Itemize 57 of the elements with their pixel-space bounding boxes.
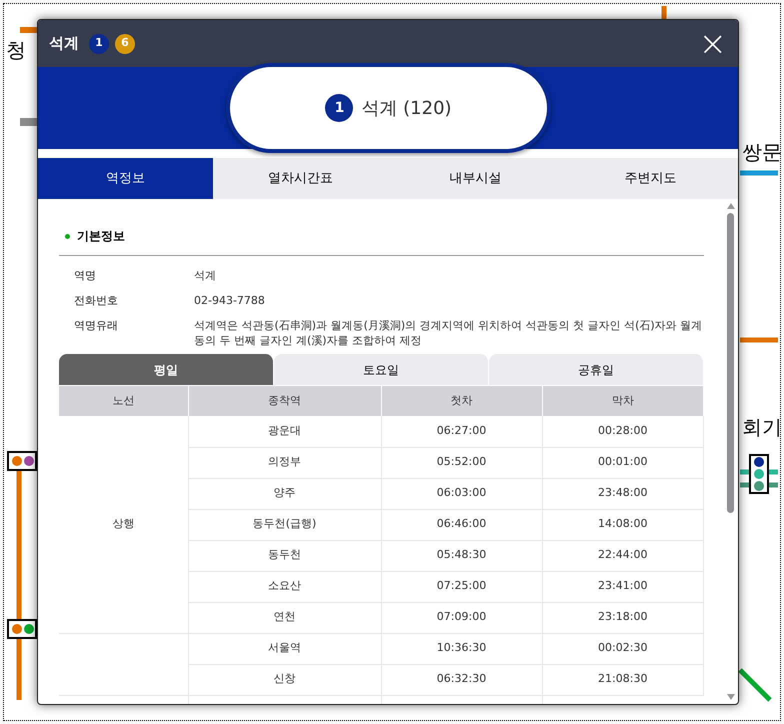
table-cell: 광운대 bbox=[188, 416, 381, 447]
table-cell: 의정부 bbox=[188, 447, 381, 478]
day-tab[interactable]: 평일 bbox=[59, 354, 274, 385]
info-value: 석계 bbox=[194, 268, 216, 283]
table-cell: 동두천(급행) bbox=[188, 509, 381, 540]
direction-cell: 상행 bbox=[112, 517, 134, 530]
column-header: 노선 bbox=[59, 386, 188, 416]
table-cell: 22:44:00 bbox=[542, 540, 704, 571]
table-cell: 07:25:00 bbox=[381, 571, 542, 602]
line-badge: 6 bbox=[115, 34, 135, 54]
table-cell: 동두천 bbox=[188, 540, 381, 571]
close-button[interactable]: × bbox=[698, 26, 727, 60]
table-cell: 06:27:00 bbox=[381, 416, 542, 447]
window-title: 석계 bbox=[49, 33, 79, 54]
table-cell: 05:48:30 bbox=[381, 540, 542, 571]
scroll-down-icon bbox=[726, 694, 734, 700]
tab[interactable]: 역정보 bbox=[38, 158, 213, 199]
table-cell: 23:48:00 bbox=[542, 478, 704, 509]
map-station-label: 회기 bbox=[742, 417, 782, 437]
table-cell: 00:28:00 bbox=[542, 416, 704, 447]
table-cell: 06:32:30 bbox=[381, 664, 542, 695]
column-header: 종착역 bbox=[188, 386, 381, 416]
line-badge: 1 bbox=[325, 94, 354, 122]
tab[interactable]: 주변지도 bbox=[563, 158, 738, 199]
table-cell: 신창 bbox=[188, 664, 381, 695]
info-value: 석계역은 석관동(石串洞)과 월계동(月溪洞)의 경계지역에 위치하여 석관동의 첫 글자인 석(石)자와 월계동의 두 번째 글자인 계(溪)자를 조합하여 제정 bbox=[194, 318, 704, 348]
table-cell: 양주 bbox=[188, 478, 381, 509]
table-cell: 00:01:00 bbox=[542, 447, 704, 478]
day-tab[interactable]: 토요일 bbox=[274, 354, 489, 385]
tab[interactable]: 열차시간표 bbox=[213, 158, 388, 199]
table-cell: 14:08:00 bbox=[542, 509, 704, 540]
section-title: 기본정보 bbox=[77, 228, 125, 245]
table-cell: 05:52:00 bbox=[381, 447, 542, 478]
info-label: 전화번호 bbox=[73, 293, 119, 308]
line-badge: 1 bbox=[89, 34, 109, 54]
bullet-icon bbox=[65, 234, 70, 238]
table-cell: 23:18:00 bbox=[542, 602, 704, 633]
column-header: 첫차 bbox=[381, 386, 542, 416]
day-tab[interactable]: 공휴일 bbox=[489, 354, 704, 385]
table-cell: 10:36:30 bbox=[381, 633, 542, 664]
column-header: 막차 bbox=[542, 386, 704, 416]
tab[interactable]: 내부시설 bbox=[388, 158, 563, 199]
table-cell: 서울역 bbox=[188, 633, 381, 664]
table-cell: 00:02:30 bbox=[542, 633, 704, 664]
table-cell: 연천 bbox=[188, 602, 381, 633]
info-label: 역명유래 bbox=[73, 318, 119, 334]
map-station-label: 청 bbox=[6, 40, 26, 60]
table-cell: 21:08:30 bbox=[542, 664, 704, 695]
map-station-label: 쌍문 bbox=[742, 142, 782, 162]
info-label: 역명 bbox=[73, 268, 97, 283]
station-name: 석계 (120) bbox=[361, 96, 452, 120]
table-cell: 소요산 bbox=[188, 571, 381, 602]
table-cell: 06:46:00 bbox=[381, 509, 542, 540]
table-cell: 07:09:00 bbox=[381, 602, 542, 633]
table-cell: 06:03:00 bbox=[381, 478, 542, 509]
info-value: 02-943-7788 bbox=[194, 293, 265, 308]
table-cell: 23:41:00 bbox=[542, 571, 704, 602]
